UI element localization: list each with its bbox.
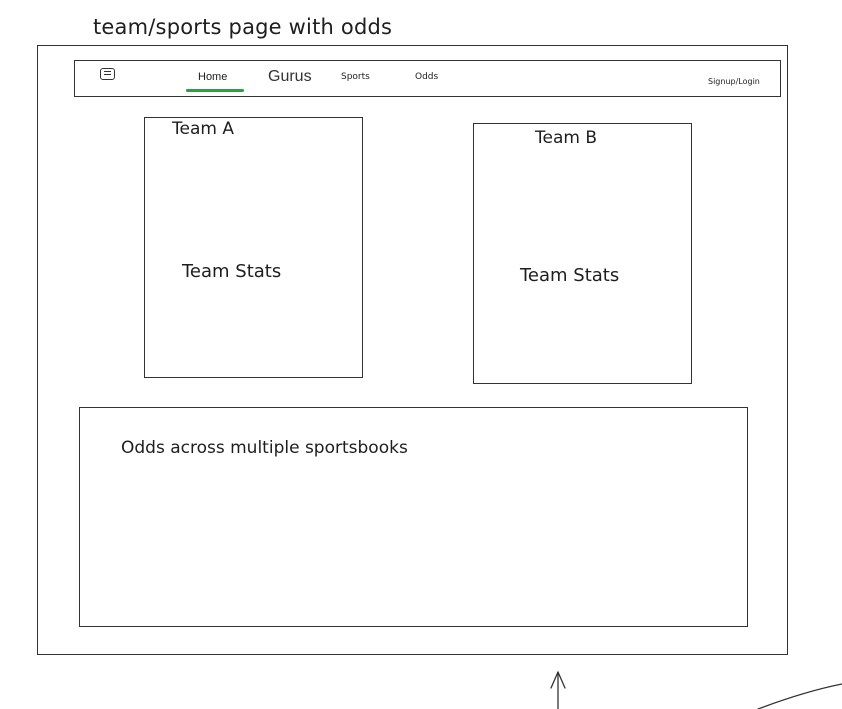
nav-item-odds[interactable]: Odds bbox=[415, 72, 438, 82]
active-nav-indicator bbox=[186, 89, 244, 92]
page-title: team/sports page with odds bbox=[93, 15, 393, 39]
team-a-card: Team A Team Stats bbox=[144, 117, 363, 378]
team-b-stats: Team Stats bbox=[520, 265, 620, 286]
nav-item-home[interactable]: Home bbox=[198, 71, 227, 83]
odds-panel-label: Odds across multiple sportsbooks bbox=[121, 438, 408, 458]
menu-icon[interactable] bbox=[100, 68, 115, 80]
nav-item-gurus[interactable]: Gurus bbox=[268, 68, 312, 86]
odds-panel: Odds across multiple sportsbooks bbox=[79, 407, 748, 627]
team-a-name: Team A bbox=[172, 119, 234, 139]
nav-item-sports[interactable]: Sports bbox=[341, 72, 370, 82]
team-b-card: Team B Team Stats bbox=[473, 123, 692, 384]
team-b-name: Team B bbox=[535, 128, 597, 148]
team-a-stats: Team Stats bbox=[182, 261, 282, 282]
signup-login-link[interactable]: Signup/Login bbox=[708, 77, 760, 86]
